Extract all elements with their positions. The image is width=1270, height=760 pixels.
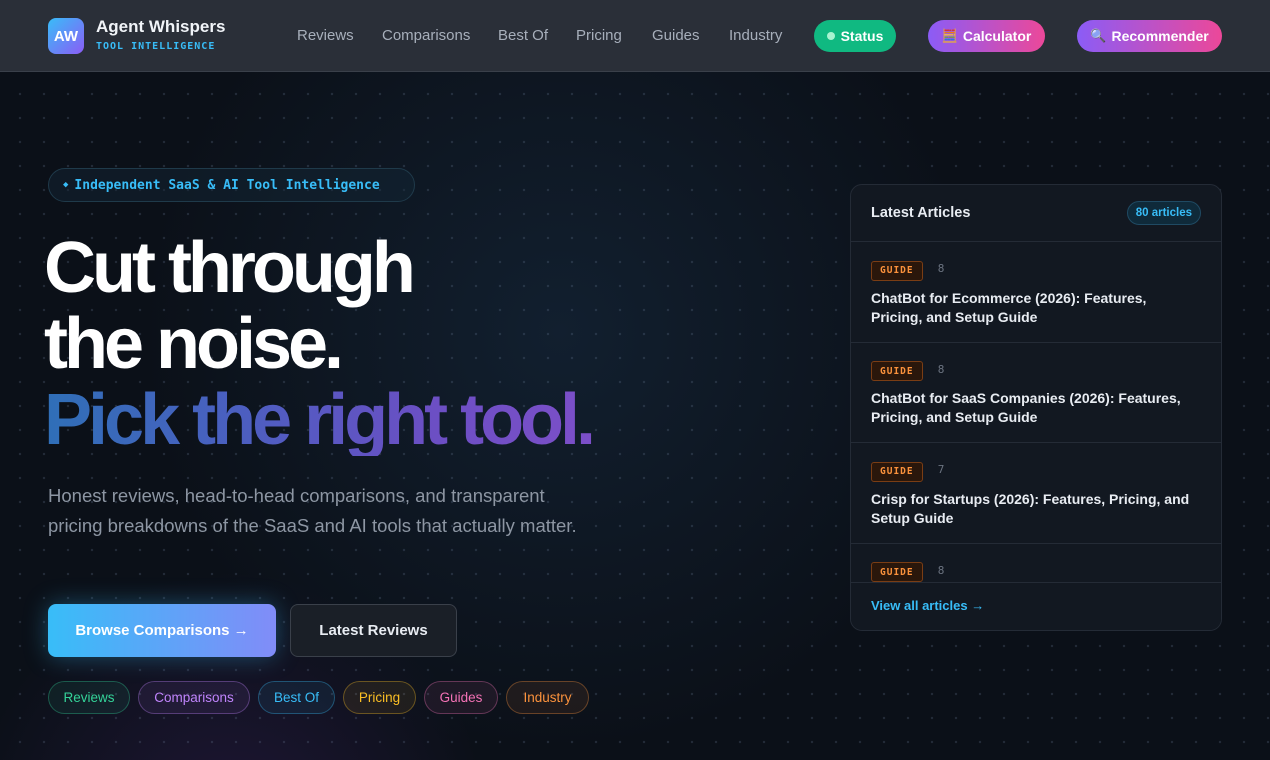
calculator-label: Calculator — [962, 28, 1032, 44]
recommender-label: Recommender — [1111, 28, 1209, 44]
article-category-tag: GUIDE — [871, 361, 923, 381]
panel-footer: View all articles → — [851, 582, 1221, 630]
article-category-tag: GUIDE — [871, 562, 923, 582]
magnifier-icon: 🔍 — [1090, 28, 1107, 43]
diamond-icon: ◆ — [63, 180, 69, 190]
nav-link-guides[interactable]: Guides — [652, 27, 700, 44]
logo-icon[interactable]: AW — [48, 18, 84, 54]
hero-badge-label: Independent SaaS & AI Tool Intelligence — [74, 177, 380, 193]
nav-link-pricing[interactable]: Pricing — [576, 27, 622, 44]
browse-comparisons-button[interactable]: Browse Comparisons → — [48, 604, 276, 657]
chip-comparisons[interactable]: Comparisons — [138, 681, 250, 714]
brand-tagline: TOOL INTELLIGENCE — [96, 41, 216, 52]
article-title[interactable]: ChatBot for Ecommerce (2026): Features, … — [871, 289, 1201, 327]
chip-pricing[interactable]: Pricing — [343, 681, 416, 714]
recommender-button[interactable]: 🔍 Recommender — [1077, 20, 1222, 52]
article-category-tag: GUIDE — [871, 260, 923, 281]
article-category-tag: GUIDE — [871, 461, 923, 482]
article-read-time: 8 — [937, 362, 945, 376]
panel-title: Latest Articles — [871, 205, 971, 221]
calculator-button[interactable]: 🧮 Calculator — [928, 20, 1045, 52]
article-title[interactable]: Crisp for Startups (2026): Features, Pri… — [871, 490, 1201, 528]
chip-reviews[interactable]: Reviews — [48, 681, 130, 714]
status-label: Status — [840, 28, 884, 44]
headline-line-2: the noise. — [44, 304, 344, 384]
status-dot-icon — [826, 32, 835, 40]
panel-header: Latest Articles 80 articles — [851, 185, 1221, 242]
headline-line-3: Pick the right tool. — [44, 380, 596, 460]
nav-link-best-of[interactable]: Best Of — [498, 27, 548, 44]
hero-badge: ◆ Independent SaaS & AI Tool Intelligenc… — [48, 168, 415, 202]
article-count-badge: 80 articles — [1126, 201, 1201, 225]
nav-link-industry[interactable]: Industry — [729, 27, 782, 44]
latest-articles-panel: Latest Articles 80 articles GUIDE 8 Chat… — [850, 184, 1222, 631]
article-item[interactable]: GUIDE 8 ChatBot for Ecommerce (2026): Fe… — [851, 242, 1221, 343]
article-list[interactable]: GUIDE 8 ChatBot for Ecommerce (2026): Fe… — [851, 242, 1221, 582]
headline-line-1: Cut through — [44, 228, 416, 308]
status-button[interactable]: Status — [814, 20, 896, 52]
article-title[interactable]: ChatBot for SaaS Companies (2026): Featu… — [871, 389, 1201, 427]
article-read-time: 8 — [937, 262, 945, 275]
chip-best-of[interactable]: Best Of — [258, 681, 335, 714]
article-item[interactable]: GUIDE 7 Crisp for Startups (2026): Featu… — [851, 443, 1221, 544]
top-navbar: AW Agent Whispers TOOL INTELLIGENCE Revi… — [0, 0, 1270, 72]
article-item[interactable]: GUIDE 8 — [851, 544, 1221, 582]
latest-reviews-button[interactable]: Latest Reviews — [290, 604, 457, 657]
nav-link-comparisons[interactable]: Comparisons — [382, 27, 470, 44]
chip-guides[interactable]: Guides — [424, 681, 498, 714]
article-read-time: 8 — [937, 563, 945, 577]
brand-name[interactable]: Agent Whispers — [96, 17, 225, 37]
abacus-icon: 🧮 — [941, 28, 958, 43]
article-item[interactable]: GUIDE 8 ChatBot for SaaS Companies (2026… — [851, 343, 1221, 443]
view-all-articles-link[interactable]: View all articles → — [871, 598, 984, 613]
hero-description: Honest reviews, head-to-head comparisons… — [48, 485, 577, 536]
nav-link-reviews[interactable]: Reviews — [297, 27, 354, 44]
article-read-time: 7 — [937, 463, 945, 476]
chip-industry[interactable]: Industry — [506, 681, 589, 714]
